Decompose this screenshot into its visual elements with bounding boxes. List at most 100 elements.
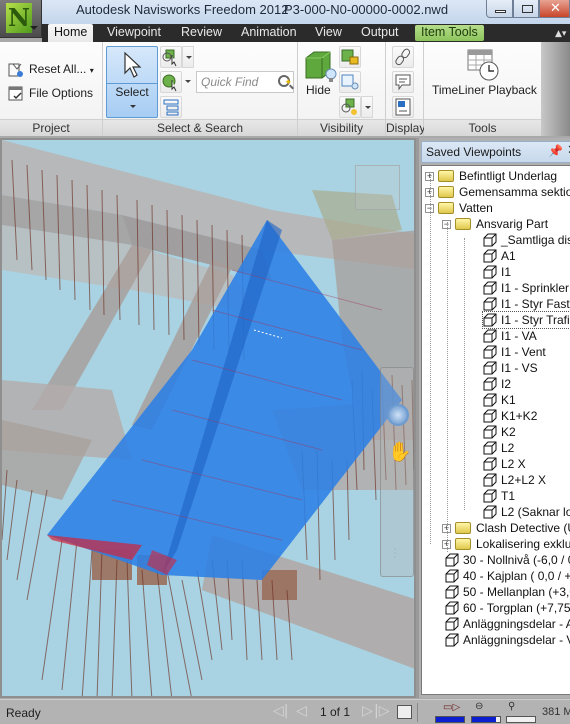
- tree-viewpoint[interactable]: 50 - Mellanplan (+3,0: [445, 584, 570, 600]
- tree-viewpoint[interactable]: 30 - Nollnivå (-6,0 / 0,: [445, 552, 570, 568]
- status-bar: Ready ◁| ◁ 1 of 1 ▷ |▷ ▭▷ ⊖ ⚲ 381 MB: [0, 699, 570, 724]
- panel-label-visibility[interactable]: Visibility: [298, 119, 385, 136]
- tree-viewpoint[interactable]: I1 - VA: [483, 328, 537, 344]
- viewpoint-cube-icon: [445, 585, 459, 599]
- tree-viewpoint[interactable]: 60 - Torgplan (+7,75: [445, 600, 570, 616]
- panel-label-select-search[interactable]: Select & Search: [103, 119, 297, 136]
- hide-unselected-button[interactable]: [339, 71, 361, 93]
- tree-folder[interactable]: + Befintligt Underlag: [425, 168, 557, 184]
- tab-home[interactable]: Home: [48, 24, 94, 42]
- tree-viewpoint[interactable]: L2+L2 X: [483, 472, 546, 488]
- first-page-icon[interactable]: ◁|: [273, 703, 288, 719]
- tree-item-label: I1 - Sprinkler: [501, 281, 570, 295]
- unhide-all-button[interactable]: [339, 96, 361, 118]
- panel-label-display[interactable]: Display: [386, 119, 425, 136]
- hide-button[interactable]: Hide: [306, 83, 331, 97]
- spark-icon: ✦: [284, 77, 292, 87]
- selection-tree-dropdown[interactable]: [182, 71, 194, 93]
- 3d-viewport[interactable]: ✋ ⋮: [0, 138, 416, 698]
- viewpoint-cube-icon: [445, 617, 459, 631]
- tree-item-label: _Samtliga disc: [501, 233, 570, 247]
- unhide-all-dropdown[interactable]: [361, 96, 373, 118]
- application-menu-button[interactable]: N: [0, 0, 42, 38]
- pin-icon[interactable]: 📌: [548, 144, 563, 158]
- next-page-icon[interactable]: ▷: [362, 703, 373, 719]
- tree-folder[interactable]: − Ansvarig Part: [442, 216, 548, 232]
- tree-folder[interactable]: + Clash Detective (U: [442, 520, 570, 536]
- select-same-dropdown[interactable]: [182, 46, 194, 68]
- panel-label-tools[interactable]: Tools: [424, 119, 541, 136]
- quick-find-placeholder: Quick Find: [201, 75, 259, 89]
- viewpoint-tree[interactable]: +Befintligt Underlag+Gemensamma sektione…: [421, 165, 570, 695]
- tree-viewpoint[interactable]: L2: [483, 440, 514, 456]
- tree-viewpoint[interactable]: _Samtliga disc: [483, 232, 570, 248]
- reset-all-button[interactable]: Reset All... ▾: [8, 59, 94, 79]
- quick-properties-button[interactable]: [392, 71, 414, 93]
- tree-viewpoint[interactable]: L2 X: [483, 456, 526, 472]
- tree-folder[interactable]: + Lokalisering exklus: [442, 536, 570, 552]
- tree-viewpoint[interactable]: A1: [483, 248, 516, 264]
- reset-all-label: Reset All...: [29, 62, 87, 76]
- selection-inspector-button[interactable]: [160, 96, 182, 118]
- tree-viewpoint[interactable]: I2: [483, 376, 511, 392]
- tab-viewpoint[interactable]: Viewpoint: [101, 24, 167, 42]
- walk-footprints-icon[interactable]: ⋮: [389, 546, 401, 560]
- tree-item-label: T1: [501, 489, 516, 503]
- navigation-bar[interactable]: ✋ ⋮: [380, 367, 414, 577]
- ribbon-options-icon[interactable]: ▲▾: [555, 29, 569, 39]
- tab-animation[interactable]: Animation: [235, 24, 303, 42]
- tree-item-label: I1: [501, 265, 512, 279]
- navisworks-logo-icon: N: [6, 3, 32, 33]
- viewpoint-cube-icon: [483, 313, 497, 327]
- tree-viewpoint[interactable]: I1 - Sprinkler: [483, 280, 569, 296]
- timeliner-icon[interactable]: [466, 48, 500, 82]
- pan-hand-icon[interactable]: ✋: [388, 440, 412, 463]
- properties-window-icon: [395, 98, 411, 116]
- tree-viewpoint[interactable]: T1: [483, 488, 515, 504]
- tree-viewpoint[interactable]: I1 - VS: [483, 360, 538, 376]
- minimize-button[interactable]: [486, 0, 513, 18]
- tab-view[interactable]: View: [309, 24, 348, 42]
- select-button[interactable]: Select: [106, 46, 158, 118]
- maximize-button[interactable]: [513, 0, 539, 18]
- tree-viewpoint[interactable]: L2 (Saknar lok: [483, 504, 570, 520]
- properties-button[interactable]: [392, 96, 414, 118]
- tree-folder[interactable]: +Gemensamma sektione: [425, 184, 570, 200]
- viewcube[interactable]: [355, 165, 400, 210]
- tree-item-label: I2: [501, 377, 512, 391]
- sheet-browser-icon[interactable]: [397, 705, 412, 719]
- close-button[interactable]: ✕: [539, 0, 570, 18]
- tree-folder[interactable]: − Vatten: [425, 200, 493, 216]
- file-options-button[interactable]: File Options: [8, 83, 93, 103]
- tree-viewpoint[interactable]: I1 - Styr Trafil: [481, 311, 570, 329]
- require-button[interactable]: [339, 46, 361, 68]
- viewpoint-cube-icon: [445, 633, 459, 647]
- tree-item-label: Lokalisering exklus: [476, 537, 570, 551]
- timeliner-playback-button[interactable]: TimeLiner Playback: [432, 83, 537, 97]
- tree-viewpoint[interactable]: Anläggningsdelar - Va: [445, 632, 570, 648]
- links-button[interactable]: [392, 46, 414, 68]
- select-same-button[interactable]: [160, 46, 182, 68]
- tree-item-label: I1 - VS: [501, 361, 538, 375]
- orbit-icon[interactable]: [387, 404, 409, 426]
- tree-viewpoint[interactable]: I1: [483, 264, 511, 280]
- viewpoint-cube-icon: [483, 329, 497, 343]
- tree-viewpoint[interactable]: I1 - Vent: [483, 344, 546, 360]
- tree-viewpoint[interactable]: K1: [483, 392, 516, 408]
- hide-icon[interactable]: [302, 48, 338, 84]
- tab-review[interactable]: Review: [175, 24, 228, 42]
- tab-item-tools[interactable]: Item Tools: [415, 25, 484, 41]
- tab-output[interactable]: Output: [355, 24, 405, 42]
- tree-viewpoint[interactable]: K2: [483, 424, 516, 440]
- tree-viewpoint[interactable]: K1+K2: [483, 408, 537, 424]
- tree-viewpoint[interactable]: I1 - Styr Fasti: [483, 296, 570, 312]
- unhide-all-icon: [341, 98, 357, 115]
- last-page-icon[interactable]: |▷: [374, 703, 389, 719]
- selection-tree-button[interactable]: [160, 71, 182, 93]
- viewpoint-cube-icon: [483, 505, 497, 519]
- tree-viewpoint[interactable]: 40 - Kajplan ( 0,0 / +3: [445, 568, 570, 584]
- tree-viewpoint[interactable]: Anläggningsdelar - Alla: [445, 616, 570, 632]
- previous-page-icon[interactable]: ◁: [296, 703, 307, 719]
- panel-label-project[interactable]: Project: [0, 119, 102, 136]
- quick-find-input[interactable]: Quick Find ✦: [196, 71, 294, 93]
